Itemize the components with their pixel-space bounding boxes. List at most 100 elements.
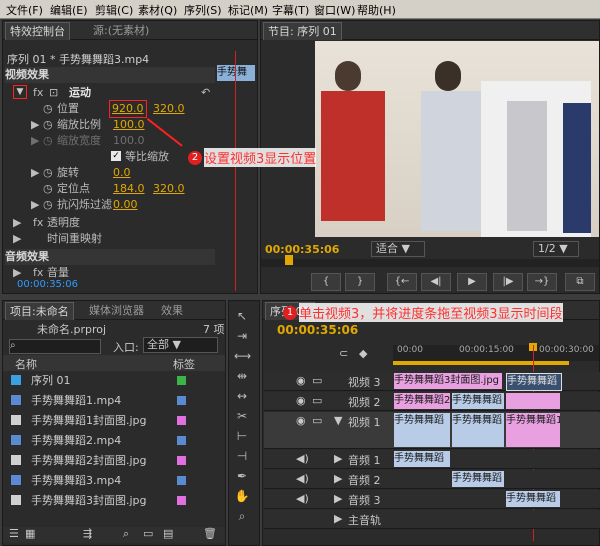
speaker-icon[interactable]: ◀): [296, 472, 309, 485]
marker-icon[interactable]: ◆: [359, 347, 367, 360]
slip-tool-icon[interactable]: ⊢: [234, 428, 250, 444]
expand-icon[interactable]: ▶: [31, 117, 39, 133]
ratio-dropdown[interactable]: 1/2 ▼: [533, 241, 579, 257]
stopwatch-icon[interactable]: ◷: [43, 101, 53, 117]
tab-program[interactable]: 节目: 序列 01: [263, 22, 342, 40]
speaker-icon[interactable]: ◀): [296, 492, 309, 505]
col-name[interactable]: 名称: [15, 356, 37, 372]
expand-icon[interactable]: ▶: [31, 197, 39, 213]
expand-icon[interactable]: ▶: [334, 472, 342, 485]
position-x[interactable]: 920.0: [109, 100, 147, 118]
pen-tool-icon[interactable]: ✒: [234, 468, 250, 484]
clip-v3-video[interactable]: 手势舞舞蹈: [506, 373, 562, 391]
expand-icon[interactable]: ▶: [31, 133, 39, 149]
mark-out-button[interactable]: }: [345, 273, 375, 291]
menu-sequence[interactable]: 序列(S): [184, 2, 222, 18]
go-to-in-icon[interactable]: {←: [387, 273, 417, 291]
tab-effects[interactable]: 效果: [157, 302, 187, 319]
program-timecode[interactable]: 00:00:35:06: [265, 243, 339, 256]
eye-icon[interactable]: ◉: [296, 414, 306, 427]
motion-row[interactable]: ▼ fx ⊡ 运动 ↶: [5, 85, 215, 101]
list-item[interactable]: 手势舞舞蹈3封面图.jpg: [31, 491, 147, 511]
expand-icon[interactable]: ▶: [334, 452, 342, 465]
menu-source[interactable]: 素材(Q): [138, 2, 177, 18]
clip-a2[interactable]: 手势舞舞蹈: [452, 471, 504, 487]
clip-v2-cover[interactable]: 手势舞舞蹈2封面: [394, 393, 450, 409]
clip-v1-video[interactable]: 手势舞舞蹈: [394, 413, 450, 447]
menu-clip[interactable]: 剪辑(C): [95, 2, 133, 18]
tab-media-browser[interactable]: 媒体浏览器: [85, 302, 148, 319]
mark-in-button[interactable]: {: [311, 273, 341, 291]
timeline-timecode[interactable]: 00:00:35:06: [277, 323, 358, 337]
lock-icon[interactable]: ▭: [312, 394, 322, 407]
step-forward-icon[interactable]: |▶: [493, 273, 523, 291]
clip-a3[interactable]: 手势舞舞蹈: [506, 491, 560, 507]
scale-value[interactable]: 100.0: [113, 117, 145, 133]
stopwatch-icon[interactable]: ◷: [43, 181, 53, 197]
expand-icon[interactable]: ▶: [334, 492, 342, 505]
list-item[interactable]: 手势舞舞蹈2.mp4: [31, 431, 121, 451]
zoom-tool-icon[interactable]: ⌕: [234, 508, 250, 524]
list-item[interactable]: 手势舞舞蹈2封面图.jpg: [31, 451, 147, 471]
search-icon[interactable]: ⌕: [123, 527, 129, 541]
ripple-edit-tool-icon[interactable]: ⟷: [234, 348, 251, 364]
mini-playhead[interactable]: [235, 51, 236, 291]
eye-icon[interactable]: ◉: [296, 374, 306, 387]
expand-icon[interactable]: ▶: [13, 215, 21, 231]
menu-help[interactable]: 帮助(H): [357, 2, 396, 18]
program-playhead[interactable]: [285, 255, 293, 265]
col-label[interactable]: 标签: [173, 356, 195, 372]
list-item[interactable]: 手势舞舞蹈3.mp4: [31, 471, 121, 491]
lock-icon[interactable]: ▭: [312, 374, 322, 387]
expand-icon[interactable]: ▶: [13, 231, 21, 247]
input-dropdown[interactable]: 全部 ▼: [143, 337, 218, 353]
bin-icon[interactable]: ▭: [143, 527, 153, 540]
anti-flicker-value[interactable]: 0.00: [113, 197, 138, 213]
export-frame-icon[interactable]: ⧉: [565, 273, 595, 291]
list-item[interactable]: 序列 01: [31, 371, 71, 391]
list-item[interactable]: 手势舞舞蹈1.mp4: [31, 391, 121, 411]
stopwatch-icon[interactable]: ◷: [43, 197, 53, 213]
hand-tool-icon[interactable]: ✋: [234, 488, 250, 504]
menu-file[interactable]: 文件(F): [6, 2, 43, 18]
fit-dropdown[interactable]: 适合 ▼: [371, 241, 425, 257]
expand-icon[interactable]: ▶: [334, 512, 342, 525]
list-view-icon[interactable]: ☰: [9, 527, 19, 540]
expand-icon[interactable]: ▶: [31, 165, 39, 181]
clip-a1[interactable]: 手势舞舞蹈: [394, 451, 450, 467]
list-item[interactable]: 手势舞舞蹈1封面图.jpg: [31, 411, 147, 431]
snap-icon[interactable]: ⊂: [339, 347, 348, 360]
new-item-icon[interactable]: ▤: [163, 527, 173, 540]
menu-edit[interactable]: 编辑(E): [50, 2, 88, 18]
reset-icon[interactable]: ↶: [201, 85, 210, 101]
delete-icon[interactable]: 🗑: [203, 527, 217, 540]
menu-title[interactable]: 字幕(T): [272, 2, 309, 18]
work-area-bar[interactable]: [393, 361, 569, 365]
rolling-edit-tool-icon[interactable]: ⇹: [234, 368, 250, 384]
position-y[interactable]: 320.0: [153, 101, 185, 117]
opacity-row[interactable]: ▶ fx 透明度: [5, 215, 215, 231]
program-scrubber[interactable]: [261, 259, 599, 267]
menu-marker[interactable]: 标记(M): [228, 2, 268, 18]
stopwatch-icon[interactable]: ◷: [43, 117, 53, 133]
speaker-icon[interactable]: ◀): [296, 452, 309, 465]
clip-v3-cover[interactable]: 手势舞舞蹈3封面图.jpg: [394, 373, 502, 389]
play-icon[interactable]: ▶: [457, 273, 487, 291]
track-select-tool-icon[interactable]: ⇥: [234, 328, 250, 344]
go-to-out-icon[interactable]: →}: [527, 273, 557, 291]
slide-tool-icon[interactable]: ⊣: [234, 448, 250, 464]
tab-effect-controls[interactable]: 特效控制台: [5, 22, 70, 40]
time-remap-row[interactable]: ▶ 时间重映射: [5, 231, 215, 247]
razor-tool-icon[interactable]: ✂: [234, 408, 250, 424]
uniform-scale-checkbox[interactable]: ✓: [111, 151, 121, 161]
clip-v2-tail[interactable]: [506, 393, 560, 409]
effect-timecode[interactable]: 00:00:35:06: [17, 279, 78, 290]
step-back-icon[interactable]: ◀|: [421, 273, 451, 291]
collapse-icon[interactable]: ▼: [334, 414, 342, 427]
mini-clip[interactable]: 手势舞: [217, 65, 255, 81]
anchor-x[interactable]: 184.0: [113, 181, 145, 197]
clip-v2-video[interactable]: 手势舞舞蹈: [452, 393, 504, 409]
motion-expand-icon[interactable]: ▼: [13, 85, 27, 99]
clip-v1-video-2[interactable]: 手势舞舞蹈: [452, 413, 504, 447]
menu-window[interactable]: 窗口(W): [314, 2, 355, 18]
